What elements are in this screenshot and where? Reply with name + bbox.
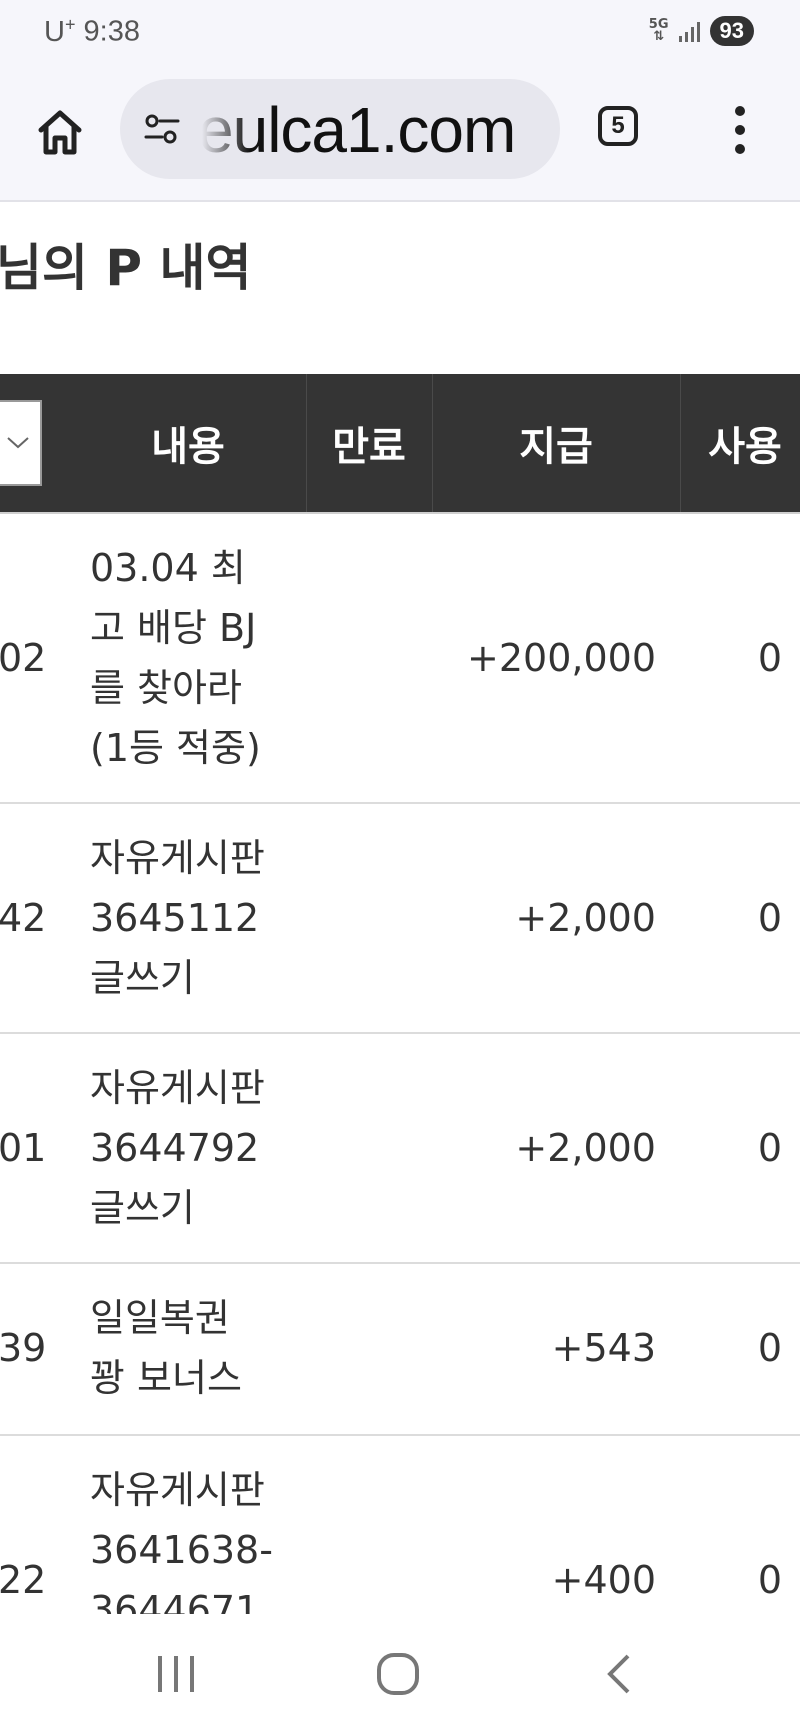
- home-icon[interactable]: [34, 106, 86, 158]
- carrier: U+: [44, 14, 76, 48]
- clock: 9:38: [83, 15, 140, 48]
- tune-icon[interactable]: [142, 109, 182, 149]
- signal-icon: [678, 20, 700, 42]
- back-icon[interactable]: [604, 1652, 634, 1700]
- row-paid: +2,000: [515, 1126, 656, 1170]
- network-5g-icon: 5G ⇅: [648, 17, 669, 44]
- table-row: 42 자유게시판 3645112 글쓰기 +2,000 0: [0, 804, 800, 1034]
- table-row: 02 03.04 최 고 배당 BJ 를 찾아라 (1등 적중) +200,00…: [0, 514, 800, 804]
- status-left: U+ 9:38: [44, 14, 140, 49]
- more-vert-icon[interactable]: [728, 106, 752, 158]
- navigation-bar: [0, 1614, 800, 1734]
- row-desc: 자유게시판 3645112 글쓰기: [90, 836, 265, 1000]
- row-desc: 일일복권 꽝 보너스: [90, 1296, 242, 1400]
- chevron-down-icon: [7, 437, 29, 449]
- row-used: 0: [757, 896, 782, 940]
- status-right: 5G ⇅ 93: [649, 16, 754, 46]
- row-used: 0: [757, 1326, 782, 1370]
- address-bar[interactable]: eulca1.com: [120, 79, 560, 179]
- row-id: 42: [0, 896, 47, 940]
- header-used: 사용: [708, 424, 782, 470]
- page-title: 님의 P 내역: [0, 239, 252, 297]
- status-bar: U+ 9:38 5G ⇅ 93: [0, 0, 800, 66]
- row-id: 02: [0, 636, 47, 680]
- row-used: 0: [757, 636, 782, 680]
- filter-select[interactable]: [0, 400, 42, 486]
- url-fade: [190, 79, 250, 179]
- header-expire: 만료: [332, 424, 406, 470]
- tab-switcher-button[interactable]: 5: [598, 106, 638, 146]
- row-paid: +2,000: [515, 896, 656, 940]
- header-desc: 내용: [151, 424, 225, 470]
- table-row: 01 자유게시판 3644792 글쓰기 +2,000 0: [0, 1034, 800, 1264]
- row-paid: +400: [551, 1558, 656, 1602]
- points-table: 내용 만료 지급 사용 02 03.04 최 고 배당 BJ 를 찾아라 (1등…: [0, 374, 800, 1656]
- row-id: 39: [0, 1326, 47, 1370]
- header-paid: 지급: [519, 424, 593, 470]
- battery-badge: 93: [709, 16, 754, 46]
- row-used: 0: [757, 1558, 782, 1602]
- row-desc: 자유게시판 3644792 글쓰기: [90, 1066, 265, 1230]
- row-id: 22: [0, 1558, 47, 1602]
- table-row: 39 일일복권 꽝 보너스 +543 0: [0, 1264, 800, 1436]
- table-header: 내용 만료 지급 사용: [0, 374, 800, 514]
- row-id: 01: [0, 1126, 47, 1170]
- row-desc: 03.04 최 고 배당 BJ 를 찾아라 (1등 적중): [90, 546, 261, 770]
- row-paid: +200,000: [467, 636, 656, 680]
- home-circle-icon[interactable]: [376, 1652, 420, 1700]
- row-desc: 자유게시판 3641638- 3644671: [90, 1468, 273, 1632]
- recents-icon[interactable]: [156, 1652, 196, 1700]
- browser-toolbar: eulca1.com 5: [0, 66, 800, 202]
- row-used: 0: [757, 1126, 782, 1170]
- row-paid: +543: [551, 1326, 656, 1370]
